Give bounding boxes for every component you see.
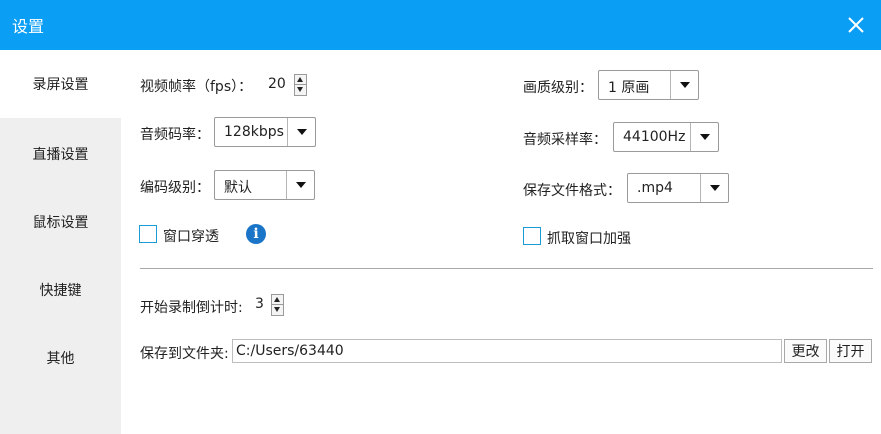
encoder-level-select[interactable]: 默认 [214, 170, 315, 200]
countdown-value: 3 [255, 296, 264, 312]
chevron-down-icon [297, 129, 307, 135]
save-folder-value: C:/Users/63440 [236, 343, 344, 359]
capture-enhance-checkbox[interactable] [523, 227, 541, 245]
window-title: 设置 [12, 17, 45, 36]
countdown-decrement-button[interactable] [272, 305, 283, 315]
file-format-value: .mp4 [637, 180, 673, 196]
sample-rate-value: 44100Hz [623, 129, 686, 145]
window-passthrough-checkbox[interactable] [139, 225, 157, 243]
capture-enhance-label: 抓取窗口加强 [547, 231, 631, 247]
audio-bitrate-label: 音频码率： [140, 127, 210, 143]
sidebar-item-recording[interactable]: 录屏设置 [0, 50, 121, 118]
open-folder-label: 打开 [836, 344, 865, 360]
chevron-down-icon [296, 182, 306, 188]
file-format-select[interactable]: .mp4 [627, 173, 729, 203]
fps-value: 20 [268, 76, 286, 92]
encoder-level-value: 默认 [224, 180, 252, 196]
fps-increment-button[interactable] [295, 75, 306, 85]
arrow-down-icon [297, 87, 303, 92]
countdown-increment-button[interactable] [272, 295, 283, 305]
title-bar: 设置 [0, 0, 881, 50]
sidebar-item-label: 其他 [46, 351, 75, 367]
arrow-up-icon [274, 297, 280, 302]
chevron-down-icon [700, 134, 710, 140]
close-button[interactable] [841, 10, 871, 40]
sidebar-item-hotkeys[interactable]: 快捷键 [0, 256, 121, 324]
sidebar-item-other[interactable]: 其他 [0, 324, 121, 392]
change-folder-button[interactable]: 更改 [784, 339, 827, 363]
fps-stepper[interactable]: 20 [266, 74, 307, 96]
sample-rate-select[interactable]: 44100Hz [613, 122, 719, 152]
sidebar-item-mouse[interactable]: 鼠标设置 [0, 188, 121, 256]
info-icon[interactable]: i [246, 224, 266, 244]
section-divider [140, 268, 873, 269]
dropdown-button [287, 118, 315, 146]
encoder-level-label: 编码级别： [140, 180, 210, 196]
window-passthrough-label: 窗口穿透 [163, 229, 219, 245]
sidebar-item-label: 录屏设置 [32, 77, 89, 93]
countdown-stepper-buttons [271, 294, 284, 316]
dropdown-button [690, 123, 718, 151]
save-folder-input[interactable]: C:/Users/63440 [232, 339, 782, 363]
change-folder-label: 更改 [791, 344, 820, 360]
sidebar-item-label: 快捷键 [39, 283, 82, 299]
chevron-down-icon [710, 185, 720, 191]
arrow-up-icon [297, 77, 303, 82]
save-folder-label: 保存到文件夹: [140, 346, 229, 362]
info-icon-glyph: i [253, 226, 259, 242]
quality-select[interactable]: 1 原画 [598, 70, 699, 100]
fps-decrement-button[interactable] [295, 85, 306, 95]
audio-bitrate-value: 128kbps [224, 124, 284, 140]
open-folder-button[interactable]: 打开 [829, 339, 872, 363]
sample-rate-label: 音频采样率： [523, 132, 607, 148]
audio-bitrate-select[interactable]: 128kbps [214, 117, 316, 147]
settings-sidebar: 录屏设置 直播设置 鼠标设置 快捷键 其他 [0, 50, 121, 434]
file-format-label: 保存文件格式： [523, 183, 621, 199]
arrow-down-icon [274, 307, 280, 312]
dropdown-button [700, 174, 728, 202]
quality-label: 画质级别： [523, 80, 593, 96]
sidebar-item-label: 直播设置 [32, 147, 89, 163]
quality-value: 1 原画 [608, 80, 650, 96]
dropdown-button [670, 71, 698, 99]
countdown-label: 开始录制倒计时: [140, 300, 243, 316]
fps-stepper-buttons [294, 74, 307, 96]
chevron-down-icon [680, 82, 690, 88]
sidebar-item-label: 鼠标设置 [32, 215, 89, 231]
close-icon [848, 17, 864, 33]
dropdown-button [286, 171, 314, 199]
countdown-stepper[interactable]: 3 [253, 294, 284, 316]
fps-label: 视频帧率（fps）： [140, 79, 253, 95]
sidebar-item-live[interactable]: 直播设置 [0, 120, 121, 188]
